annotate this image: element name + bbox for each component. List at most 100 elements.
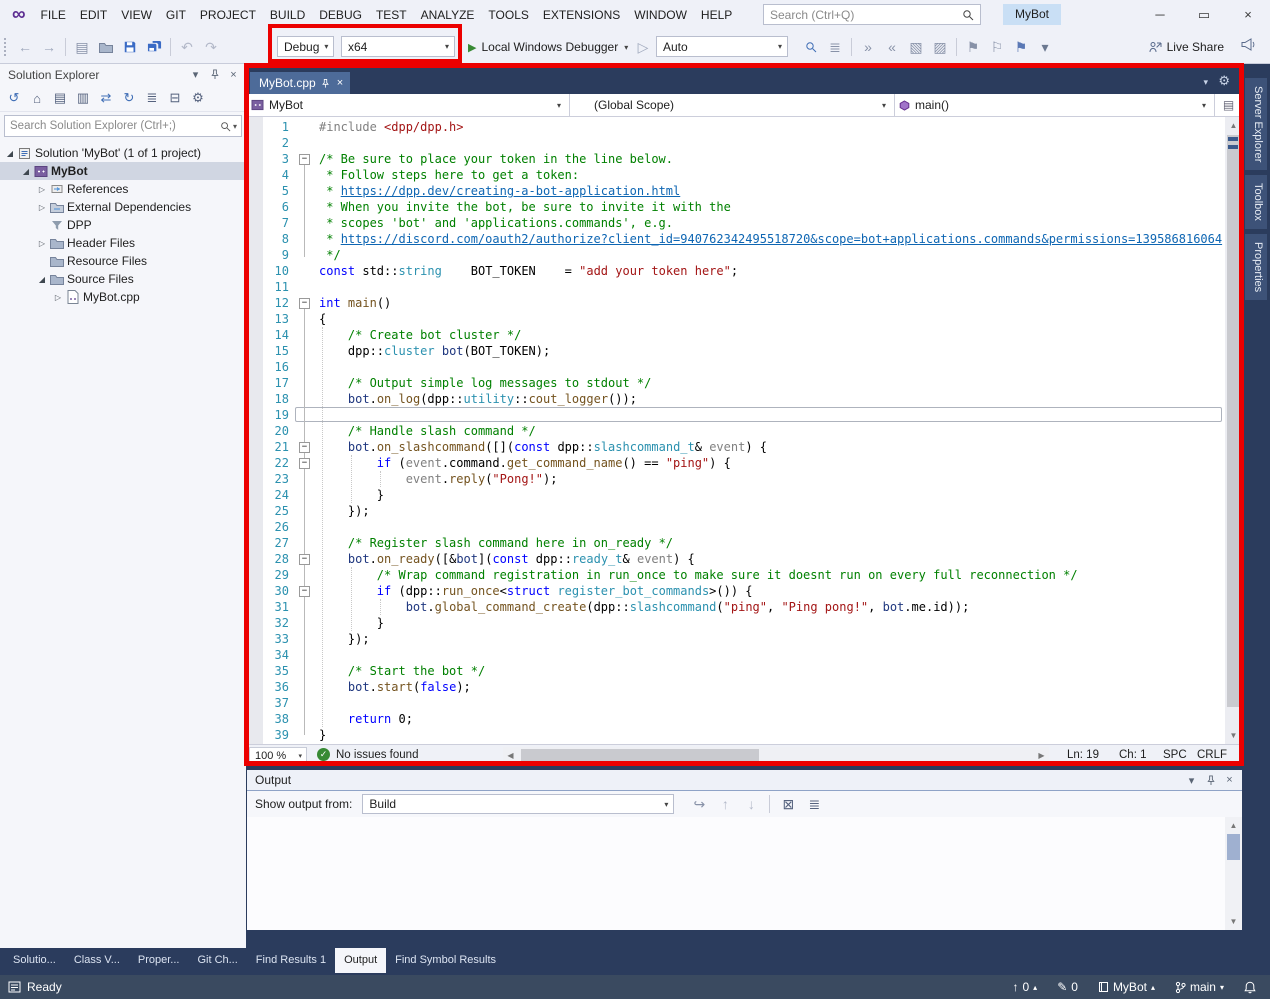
overflow-caret-icon[interactable]: ▾ [1034,36,1056,58]
collapsed-arrow-icon[interactable]: ▷ [36,203,48,212]
pin-icon[interactable] [206,66,223,83]
fold-box-icon[interactable]: − [299,298,310,309]
menu-analyze[interactable]: ANALYZE [414,8,482,22]
code-line-4[interactable]: 4 * Follow steps here to get a token: [247,167,1242,183]
code-line-2[interactable]: 2 [247,135,1242,151]
maximize-button[interactable]: ▭ [1182,0,1226,30]
expanded-arrow-icon[interactable]: ◢ [4,149,16,158]
panel-tab-git-ch[interactable]: Git Ch... [188,948,246,973]
start-debugging-button[interactable]: ▶ Local Windows Debugger ▾ [468,36,628,58]
code-line-10[interactable]: 10const std::string BOT_TOKEN = "add you… [247,263,1242,279]
panel-tab-proper[interactable]: Proper... [129,948,189,973]
code-line-34[interactable]: 34 [247,647,1242,663]
zoom-dropdown[interactable]: 100 % ▾ [249,747,307,764]
scrollbar-thumb[interactable] [521,749,759,762]
tree-item-dpp[interactable]: DPP [0,216,246,234]
solution-name-badge[interactable]: MyBot [1003,4,1061,25]
solution-explorer-search-input[interactable] [5,120,216,132]
editor-vertical-scrollbar[interactable]: ▲ ▼ [1225,117,1242,744]
git-repository-picker[interactable]: MyBot ▴ [1098,980,1155,994]
undo-icon[interactable]: ↶ [176,36,198,58]
expanded-arrow-icon[interactable]: ◢ [36,275,48,284]
code-line-19[interactable]: 19 [247,407,1242,423]
panel-tab-solutio[interactable]: Solutio... [4,948,65,973]
panel-tab-output[interactable]: Output [335,948,386,973]
scroll-up-icon[interactable]: ▲ [1225,817,1242,834]
tree-item-source-files[interactable]: ◢Source Files [0,270,246,288]
expanded-arrow-icon[interactable]: ◢ [20,167,32,176]
fold-box-icon[interactable]: − [299,586,310,597]
back-circle-icon[interactable]: ↺ [4,88,24,108]
code-line-22[interactable]: 22− if (event.command.get_command_name()… [247,455,1242,471]
collapsed-arrow-icon[interactable]: ▷ [36,239,48,248]
menu-file[interactable]: FILE [34,8,73,22]
panel-tab-find-results-1[interactable]: Find Results 1 [247,948,335,973]
document-tab-mybot-cpp[interactable]: MyBot.cpp × [250,72,350,94]
code-line-14[interactable]: 14 /* Create bot cluster */ [247,327,1242,343]
fold-box-icon[interactable]: − [299,458,310,469]
close-icon[interactable]: × [1221,772,1238,789]
save-all-icon[interactable] [143,36,165,58]
outdent-icon[interactable]: « [881,36,903,58]
scroll-right-icon[interactable]: ▶ [1034,747,1049,764]
fold-collapse-icon[interactable]: − [297,295,313,311]
fold-collapse-icon[interactable]: − [297,439,313,455]
code-line-30[interactable]: 30− if (dpp::run_once<struct register_bo… [247,583,1242,599]
editor-horizontal-scrollbar[interactable]: ◀ ▶ [503,747,1049,764]
menu-build[interactable]: BUILD [263,8,312,22]
pin-tab-icon[interactable] [321,78,330,89]
scroll-down-icon[interactable]: ▼ [1225,913,1242,930]
fold-collapse-icon[interactable]: − [297,583,313,599]
tree-item-mybot-cpp[interactable]: ▷MyBot.cpp [0,288,246,306]
code-editor[interactable]: 1#include <dpp/dpp.h>23−/* Be sure to pl… [247,117,1242,744]
menu-help[interactable]: HELP [694,8,739,22]
code-line-17[interactable]: 17 /* Output simple log messages to stdo… [247,375,1242,391]
menu-test[interactable]: TEST [369,8,414,22]
platform-dropdown[interactable]: x64 ▾ [341,36,455,57]
code-line-8[interactable]: 8 * https://discord.com/oauth2/authorize… [247,231,1242,247]
code-line-28[interactable]: 28− bot.on_ready([&bot](const dpp::ready… [247,551,1242,567]
find-in-files-icon[interactable] [800,36,822,58]
background-tasks-icon[interactable] [8,981,21,993]
code-line-18[interactable]: 18 bot.on_log(dpp::utility::cout_logger(… [247,391,1242,407]
code-line-29[interactable]: 29 /* Wrap command registration in run_o… [247,567,1242,583]
pin-icon[interactable] [1202,772,1219,789]
fold-collapse-icon[interactable]: − [297,455,313,471]
sync-active-document-icon[interactable]: ⇄ [96,88,116,108]
panel-tab-find-symbol-results[interactable]: Find Symbol Results [386,948,505,973]
code-line-26[interactable]: 26 [247,519,1242,535]
code-line-6[interactable]: 6 * When you invite the bot, be sure to … [247,199,1242,215]
code-line-9[interactable]: 9 */ [247,247,1242,263]
menu-project[interactable]: PROJECT [193,8,263,22]
clear-all-icon[interactable]: ⊠ [777,793,799,815]
pending-changes-icon[interactable]: ▥ [73,88,93,108]
menu-git[interactable]: GIT [159,8,193,22]
fold-box-icon[interactable]: − [299,554,310,565]
hot-reload-icon[interactable]: ▷ [632,36,654,58]
tree-item-resource-files[interactable]: Resource Files [0,252,246,270]
collapsed-arrow-icon[interactable]: ▷ [52,293,64,302]
next-message-icon[interactable]: ↓ [740,793,762,815]
code-line-12[interactable]: 12−int main() [247,295,1242,311]
code-line-16[interactable]: 16 [247,359,1242,375]
vertical-tab-toolbox[interactable]: Toolbox [1245,175,1267,229]
code-line-39[interactable]: 39} [247,727,1242,743]
code-line-32[interactable]: 32 } [247,615,1242,631]
code-line-21[interactable]: 21− bot.on_slashcommand([](const dpp::sl… [247,439,1242,455]
code-line-36[interactable]: 36 bot.start(false); [247,679,1242,695]
collapsed-arrow-icon[interactable]: ▷ [36,185,48,194]
panel-tab-class-v[interactable]: Class V... [65,948,129,973]
new-project-icon[interactable]: ▤ [71,36,93,58]
hot-reload-mode-dropdown[interactable]: Auto ▾ [656,36,788,57]
quick-search-input[interactable] [764,8,956,22]
save-icon[interactable] [119,36,141,58]
switch-views-icon[interactable]: ▤ [50,88,70,108]
goto-message-icon[interactable]: ↪ [688,793,710,815]
project-dropdown[interactable]: MyBot ▾ [247,94,570,116]
line-numbers-icon[interactable]: ≣ [824,36,846,58]
window-position-caret-icon[interactable]: ▾ [1183,772,1200,789]
code-line-37[interactable]: 37 [247,695,1242,711]
code-line-1[interactable]: 1#include <dpp/dpp.h> [247,119,1242,135]
open-file-icon[interactable] [95,36,117,58]
code-line-7[interactable]: 7 * scopes 'bot' and 'applications.comma… [247,215,1242,231]
